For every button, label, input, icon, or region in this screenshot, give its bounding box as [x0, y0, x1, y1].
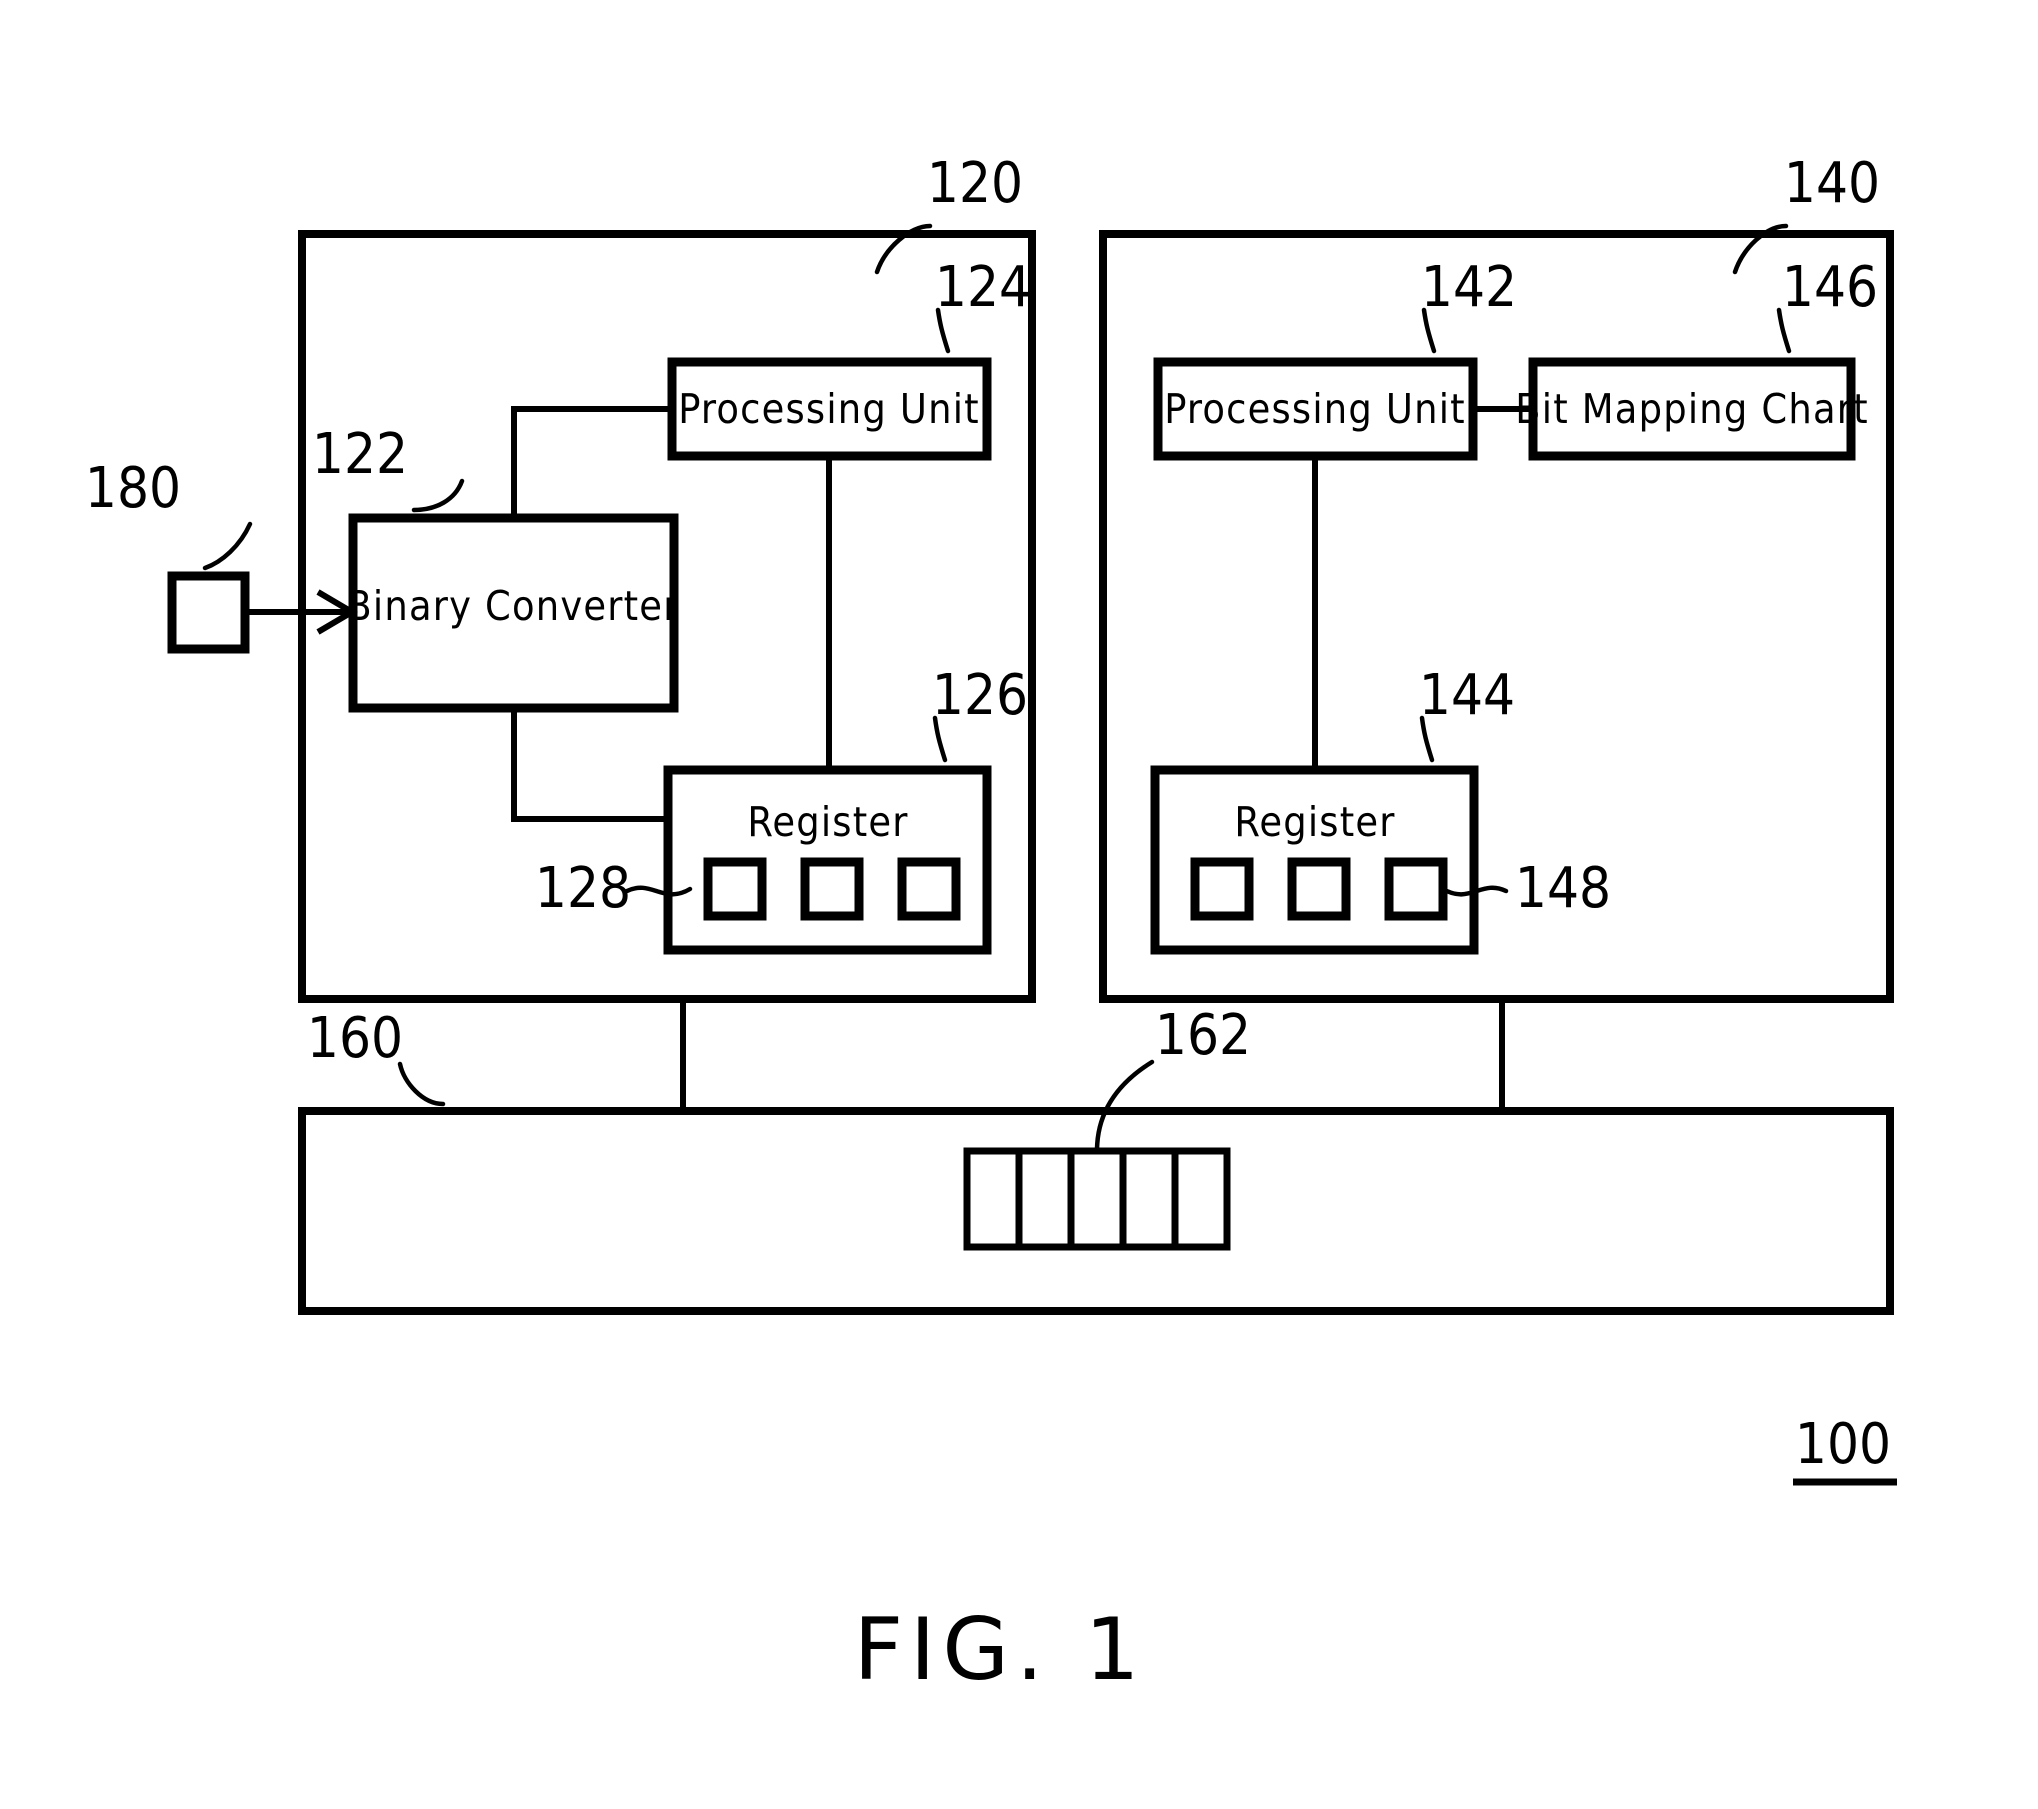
- second-processing-unit-label: Processing Unit: [1164, 385, 1466, 433]
- ref-160-leader-line: [397, 1061, 446, 1107]
- first-register-bit-cell: [800, 857, 864, 921]
- ref-number-100: 100: [1795, 1412, 1891, 1477]
- first-register-bit-cell: [703, 857, 767, 921]
- ref-number-120: 120: [927, 151, 1023, 216]
- ref-number-122: 122: [312, 422, 408, 487]
- second-register-bit-cell: [1287, 857, 1351, 921]
- ref-number-126: 126: [932, 663, 1028, 728]
- patent-figure: 120 Processing Unit 124 Binary Converter…: [0, 0, 2038, 1809]
- ref-number-128: 128: [535, 856, 631, 921]
- first-register-label: Register: [747, 798, 908, 846]
- first-processing-unit-label: Processing Unit: [678, 385, 980, 433]
- ref-number-140: 140: [1784, 151, 1880, 216]
- ref-number-142: 142: [1421, 255, 1517, 320]
- bus-packet-group: [963, 1147, 1231, 1251]
- second-register-bit-cell: [1190, 857, 1254, 921]
- ref-number-162: 162: [1155, 1003, 1251, 1068]
- bus-packet-box: [963, 1147, 1231, 1251]
- bit-mapping-chart-label: Bit Mapping Chart: [1515, 385, 1869, 433]
- ref-180-leader-line: [202, 521, 253, 571]
- figure-1-diagram: 120 Processing Unit 124 Binary Converter…: [85, 151, 1897, 1700]
- ref-number-124: 124: [935, 255, 1031, 320]
- ref-number-148: 148: [1515, 856, 1611, 921]
- ref-number-146: 146: [1782, 255, 1878, 320]
- input-source-box: [167, 571, 250, 654]
- ref-number-160: 160: [307, 1006, 403, 1071]
- first-register-bit-cell: [897, 857, 961, 921]
- second-register-label: Register: [1234, 798, 1395, 846]
- ref-number-144: 144: [1419, 663, 1515, 728]
- binary-converter-label: Binary Converter: [346, 582, 679, 630]
- ref-number-180: 180: [85, 456, 181, 521]
- figure-caption: FIG. 1: [854, 1600, 1147, 1700]
- second-register-bit-cell: [1384, 857, 1448, 921]
